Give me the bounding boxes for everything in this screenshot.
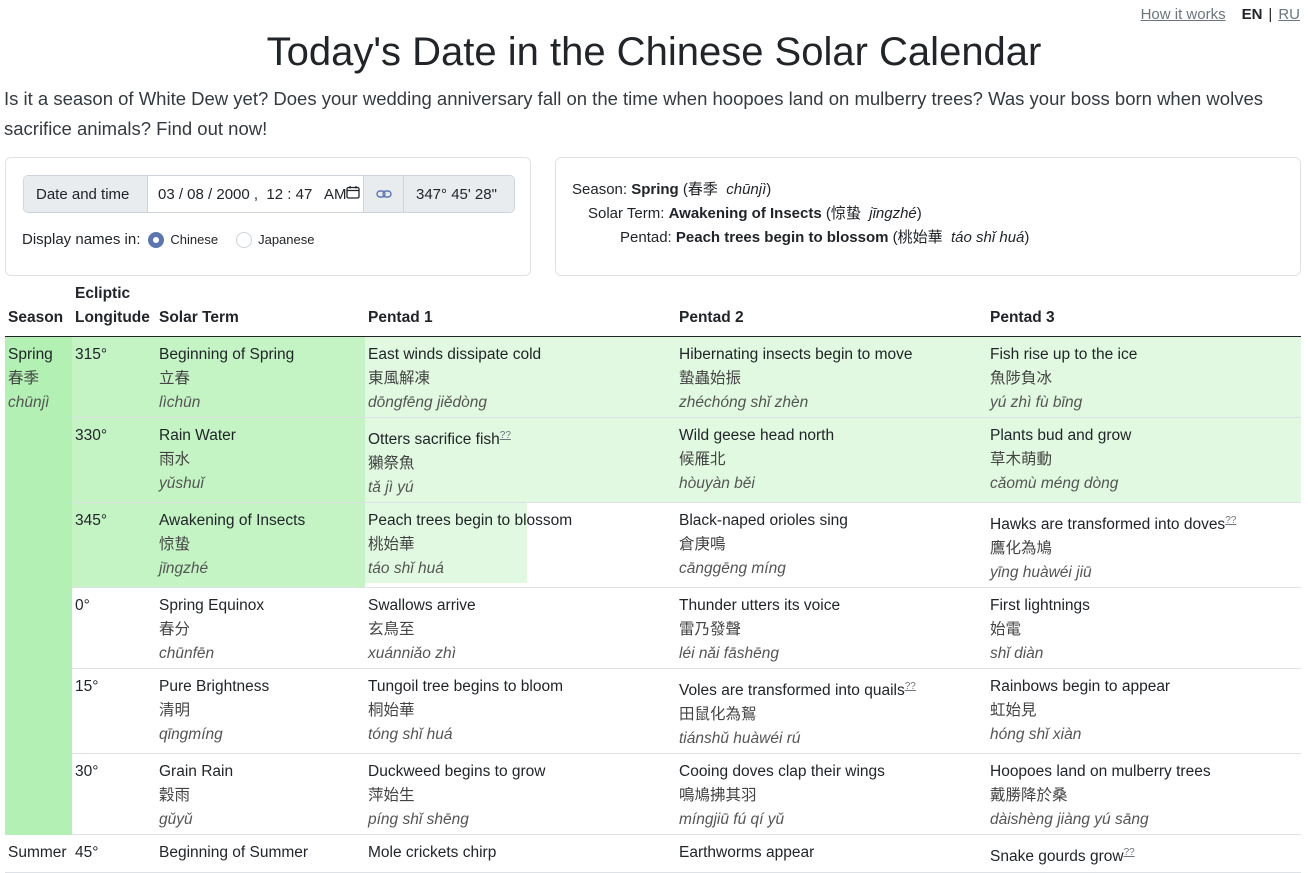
how-it-works-link[interactable]: How it works [1141, 6, 1226, 23]
pentad-pinyin: táo shǐ huá [950, 229, 1025, 246]
table-row: 15° Pure Brightness 清明 qīngmíng Tungoil tr… [5, 668, 1301, 755]
solar-term-cell: Pure Brightness 清明 qīngmíng [156, 668, 365, 755]
season-cn: 春季 [687, 181, 718, 198]
table-row: Spring 春季 chūnjì 315° Beginning of Sprin… [5, 336, 1301, 835]
solar-term-cell: Beginning of Spring 立春 lìchūn [156, 336, 365, 418]
season-cell: Spring 春季 chūnjì [5, 336, 72, 835]
pentad-cell: Cooing doves clap their wings 鳴鳩拂其羽 míngji… [676, 753, 987, 836]
calendar-icon[interactable] [346, 185, 361, 203]
season-label: Season: [572, 181, 628, 198]
calendar-table: Season Ecliptic Longitude Solar Term Pent… [5, 282, 1301, 873]
pentad-cell-current: Peach trees begin to blossom 桃始華 táo shǐ h… [365, 502, 676, 589]
table-row: Summer 45° Beginning of Summer Mole cric… [5, 834, 1301, 873]
footnote-link[interactable]: ?? [500, 430, 511, 441]
solar-term-cell: Spring Equinox 春分 chūnfēn [156, 587, 365, 670]
pentad-cn: 桃始華 [897, 229, 943, 246]
radio-chinese[interactable] [148, 231, 165, 248]
date-input-group: Date and time 03 / 08 / 2000 , 12 : 47 A… [23, 175, 515, 213]
season-pinyin: chūnjì [726, 181, 767, 198]
radio-japanese[interactable] [236, 231, 253, 248]
solar-term-cell: Rain Water 雨水 yǔshuǐ [156, 417, 365, 504]
longitude-cell: 15° [72, 668, 156, 755]
current-pentad-highlight: Peach trees begin to blossom 桃始華 táo shǐ h… [365, 503, 572, 584]
longitude-cell: 30° [72, 753, 156, 836]
term-label: Solar Term: [588, 205, 665, 222]
radio-japanese-label[interactable]: Japanese [258, 232, 314, 247]
longitude-cell: 345° [72, 502, 156, 589]
solar-term-cell: Grain Rain 穀雨 gǔyǔ [156, 753, 365, 836]
term-pinyin: jīngzhé [869, 205, 917, 222]
footnote-link[interactable]: ?? [1225, 515, 1236, 526]
table-header-row: Season Ecliptic Longitude Solar Term Pent… [5, 282, 1301, 337]
pentad-cell: Hibernating insects begin to move 蟄蟲始振 zhé… [676, 336, 987, 418]
intro-text: Is it a season of White Dew yet? Does yo… [4, 88, 1263, 139]
date-time-label: Date and time [24, 176, 148, 212]
top-nav: How it works EN | RU [1141, 6, 1300, 23]
longitude-cell: 315° [72, 336, 156, 418]
pentad-cell: Snake gourds grow?? [987, 834, 1301, 873]
pentad-cell: Hoopoes land on mulberry trees 戴勝降於桑 dàish… [987, 753, 1301, 836]
current-info-card: Season: Spring (春季 chūnjì) Solar Term: A… [555, 157, 1301, 276]
current-solar-term: Solar Term: Awakening of Insects (惊蛰 jīn… [588, 205, 922, 222]
season-cell: Summer [5, 834, 72, 873]
header-ecliptic: Ecliptic Longitude [72, 282, 156, 337]
link-icon[interactable] [364, 176, 404, 212]
page-title: Today's Date in the Chinese Solar Calend… [266, 30, 1042, 74]
season-name: Spring [631, 181, 679, 198]
longitude-cell: 45° [72, 834, 156, 873]
lang-en[interactable]: EN [1242, 6, 1263, 23]
header-pentad-2: Pentad 2 [676, 282, 987, 337]
solar-term-cell: Awakening of Insects 惊蛰 jīngzhé [156, 502, 365, 589]
lang-ru-link[interactable]: RU [1278, 6, 1300, 23]
pentad-cell: Earthworms appear [676, 834, 987, 873]
pentad-cell: Tungoil tree begins to bloom 桐始華 tóng shǐ … [365, 668, 676, 755]
pentad-cell: Mole crickets chirp [365, 834, 676, 873]
table-row: 330° Rain Water 雨水 yǔshuǐ Otters sacrifice… [5, 417, 1301, 504]
pentad-cell: Voles are transformed into quails?? 田鼠化為鴽… [676, 668, 987, 755]
pentad-cell: Duckweed begins to grow 萍始生 píng shǐ shēng [365, 753, 676, 836]
term-cn: 惊蛰 [830, 205, 861, 222]
header-pentad-3: Pentad 3 [987, 282, 1301, 337]
header-season: Season [5, 282, 72, 337]
date-time-value: 03 / 08 / 2000 , 12 : 47 AM [158, 185, 347, 203]
table-row: 30° Grain Rain 穀雨 gǔyǔ Duckweed begins to … [5, 753, 1301, 836]
ecliptic-longitude-display: 347° 45' 28" [404, 176, 514, 212]
table-row-current: 345° Awakening of Insects 惊蛰 jīngzhé Peach… [5, 502, 1301, 589]
lang-separator: | [1268, 6, 1273, 23]
pentad-name: Peach trees begin to blossom [675, 229, 889, 246]
header-solar-term: Solar Term [156, 282, 365, 337]
pentad-cell: Rainbows begin to appear 虹始見 hóng shǐ xiàn [987, 668, 1301, 755]
display-names-control: Display names in: Chinese Japanese [22, 231, 314, 248]
pentad-cell: Swallows arrive 玄鳥至 xuánniǎo zhì [365, 587, 676, 670]
term-name: Awakening of Insects [668, 205, 822, 222]
radio-chinese-label[interactable]: Chinese [170, 232, 218, 247]
pentad-cell: Plants bud and grow 草木萌動 cǎomù méng dòng [987, 417, 1301, 504]
pentad-cell: First lightnings 始電 shǐ diàn [987, 587, 1301, 670]
pentad-label: Pentad: [620, 229, 672, 246]
pentad-cell: Thunder utters its voice 雷乃發聲 léi nǎi fāsh… [676, 587, 987, 670]
current-pentad: Pentad: Peach trees begin to blossom (桃始… [620, 229, 1030, 246]
footnote-link[interactable]: ?? [905, 681, 916, 692]
pentad-cell: Wild geese head north 候雁北 hòuyàn běi [676, 417, 987, 504]
longitude-cell: 330° [72, 417, 156, 504]
solar-term-cell: Beginning of Summer [156, 834, 365, 873]
longitude-cell: 0° [72, 587, 156, 670]
pentad-cell: Black-naped orioles sing 倉庚鳴 cānggēng míng [676, 502, 987, 589]
calendar-table-wrap: Season Ecliptic Longitude Solar Term Pent… [5, 282, 1301, 873]
footnote-link[interactable]: ?? [1124, 847, 1135, 858]
pentad-cell: East winds dissipate cold 東風解凍 dōngfēng ji… [365, 336, 676, 418]
pentad-cell: Otters sacrifice fish?? 獺祭魚 tǎ jì yú [365, 417, 676, 504]
table-row: 0° Spring Equinox 春分 chūnfēn Swallows arri… [5, 587, 1301, 670]
header-pentad-1: Pentad 1 [365, 282, 676, 337]
pentad-cell: Fish rise up to the ice 魚陟負冰 yú zhì fù bīn… [987, 336, 1301, 418]
date-time-input[interactable]: 03 / 08 / 2000 , 12 : 47 AM [148, 176, 364, 212]
current-season: Season: Spring (春季 chūnjì) [572, 181, 772, 198]
date-form-card: Date and time 03 / 08 / 2000 , 12 : 47 A… [5, 157, 531, 276]
table-body: Spring 春季 chūnjì 315° Beginning of Sprin… [5, 336, 1301, 873]
display-names-label: Display names in: [22, 231, 141, 248]
pentad-cell: Hawks are transformed into doves?? 鷹化為鳩 yī… [987, 502, 1301, 589]
